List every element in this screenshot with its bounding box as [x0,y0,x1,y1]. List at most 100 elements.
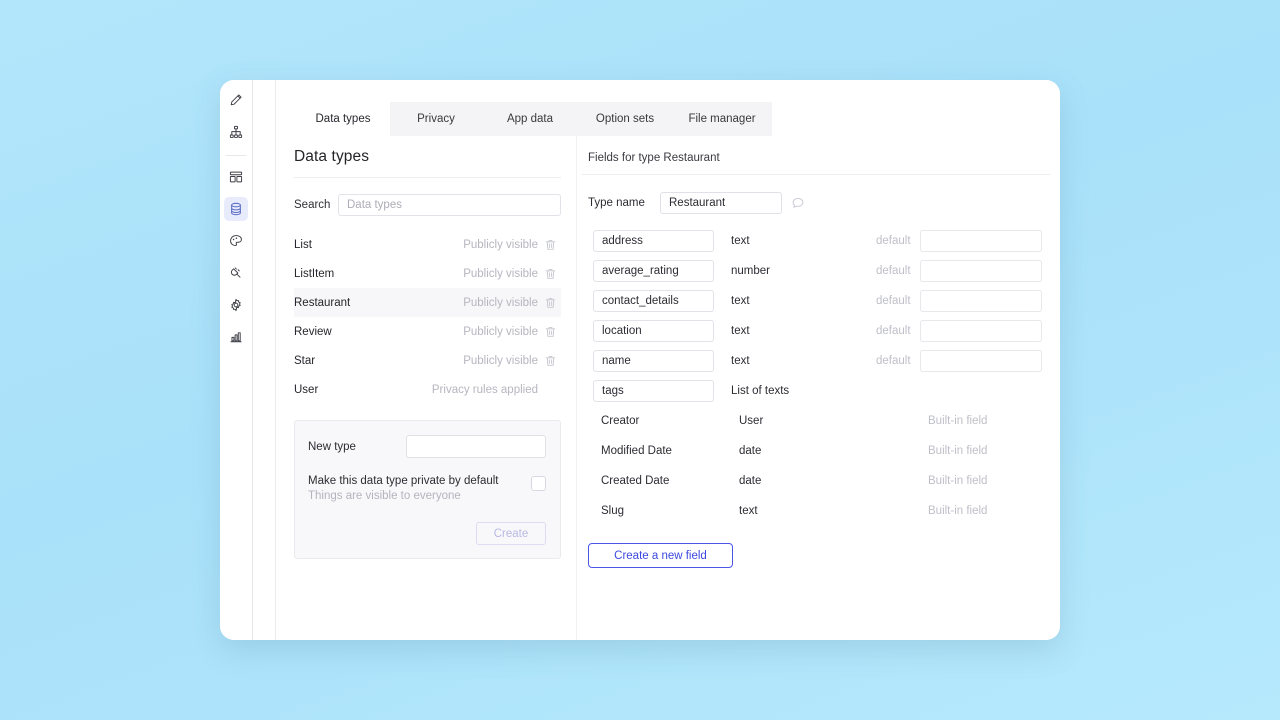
data-type-name: Star [294,355,463,367]
content-area: Data types Search List Publicly visible [276,136,1060,640]
data-type-visibility: Publicly visible [463,239,538,251]
data-type-name: List [294,239,463,251]
field-name-input[interactable] [593,230,714,252]
type-name-input[interactable] [660,192,782,214]
data-type-row-star[interactable]: Star Publicly visible [294,346,561,375]
create-type-button[interactable]: Create [476,522,546,545]
fields-title-divider [582,174,1050,175]
field-name-input[interactable] [593,380,714,402]
field-name-input[interactable] [593,320,714,342]
field-row: text default [582,316,1050,346]
title-divider [294,177,561,178]
settings-gear-icon[interactable] [224,293,248,317]
delete-trash-icon[interactable] [545,297,556,309]
type-name-label: Type name [588,197,660,209]
database-icon[interactable] [224,197,248,221]
field-default-input[interactable] [920,260,1042,282]
private-by-default-text: Make this data type private by default T… [308,475,531,502]
field-name-label: Creator [601,415,722,427]
data-type-row-user[interactable]: User Privacy rules applied [294,375,561,404]
tab-file-manager[interactable]: File manager [672,102,772,136]
data-type-list: List Publicly visible ListItem Publicly … [294,230,561,404]
field-default-label: default [876,235,920,247]
field-type-label: text [731,325,876,337]
tab-data-types[interactable]: Data types [296,102,390,136]
field-type-label: number [731,265,876,277]
logs-chart-icon[interactable] [224,325,248,349]
data-type-name: Review [294,326,463,338]
data-type-row-listitem[interactable]: ListItem Publicly visible [294,259,561,288]
workflow-icon[interactable] [224,120,248,144]
data-types-panel: Data types Search List Publicly visible [276,136,576,640]
data-type-name: Restaurant [294,297,463,309]
plugins-plug-icon[interactable] [224,261,248,285]
field-type-label: date [739,445,884,457]
delete-trash-icon[interactable] [545,239,556,251]
left-icon-rail [220,80,253,640]
tab-option-sets[interactable]: Option sets [578,102,672,136]
field-row-builtin: Slug text Built-in field [582,496,1050,526]
built-in-field-tag: Built-in field [928,415,1050,427]
field-row: text default [582,346,1050,376]
field-type-label: date [739,475,884,487]
tab-privacy[interactable]: Privacy [390,102,482,136]
tab-app-data[interactable]: App data [482,102,578,136]
field-row: number default [582,256,1050,286]
new-type-row: New type [308,435,546,458]
field-name-label: Slug [601,505,722,517]
field-name-label: Modified Date [601,445,722,457]
data-type-row-review[interactable]: Review Publicly visible [294,317,561,346]
styles-palette-icon[interactable] [224,229,248,253]
create-new-field-button[interactable]: Create a new field [588,543,733,568]
tab-bar: Data types Privacy App data Option sets … [276,102,1060,136]
field-name-input[interactable] [593,260,714,282]
create-button-row: Create [308,522,546,545]
data-type-name: ListItem [294,268,463,280]
field-type-label: text [739,505,884,517]
private-by-default-checkbox[interactable] [531,476,546,491]
design-pencil-icon[interactable] [224,88,248,112]
new-type-card: New type Make this data type private by … [294,420,561,559]
data-type-name: User [294,384,432,396]
field-default-input[interactable] [920,290,1042,312]
built-in-field-tag: Built-in field [928,475,1050,487]
field-name-input[interactable] [593,350,714,372]
private-by-default-row: Make this data type private by default T… [308,475,546,502]
data-type-visibility: Privacy rules applied [432,384,538,396]
delete-trash-icon[interactable] [545,268,556,280]
new-type-input[interactable] [406,435,546,458]
built-in-field-tag: Built-in field [928,445,1050,457]
built-in-field-tag: Built-in field [928,505,1050,517]
field-type-label: text [731,355,876,367]
field-name-input[interactable] [593,290,714,312]
app-window: Data types Privacy App data Option sets … [220,80,1060,640]
rail-divider [226,155,246,156]
data-type-row-restaurant[interactable]: Restaurant Publicly visible [294,288,561,317]
search-input[interactable] [338,194,561,216]
secondary-panel-strip [253,80,276,640]
field-row-builtin: Modified Date date Built-in field [582,436,1050,466]
field-default-input[interactable] [920,350,1042,372]
data-type-visibility: Publicly visible [463,297,538,309]
search-label: Search [294,199,338,211]
elements-layout-icon[interactable] [224,165,248,189]
field-row-builtin: Creator User Built-in field [582,406,1050,436]
field-default-label: default [876,265,920,277]
field-default-input[interactable] [920,230,1042,252]
field-row: text default [582,286,1050,316]
data-type-visibility: Publicly visible [463,268,538,280]
comment-bubble-icon[interactable] [791,196,805,210]
delete-trash-icon[interactable] [545,326,556,338]
field-type-label: List of texts [731,385,876,397]
data-type-visibility: Publicly visible [463,326,538,338]
field-default-label: default [876,355,920,367]
page-title: Data types [294,148,561,166]
field-type-label: text [731,295,876,307]
field-row-builtin: Created Date date Built-in field [582,466,1050,496]
delete-trash-icon[interactable] [545,355,556,367]
field-default-label: default [876,295,920,307]
field-default-input[interactable] [920,320,1042,342]
data-type-row-list[interactable]: List Publicly visible [294,230,561,259]
private-by-default-sublabel: Things are visible to everyone [308,490,531,502]
field-type-label: text [731,235,876,247]
